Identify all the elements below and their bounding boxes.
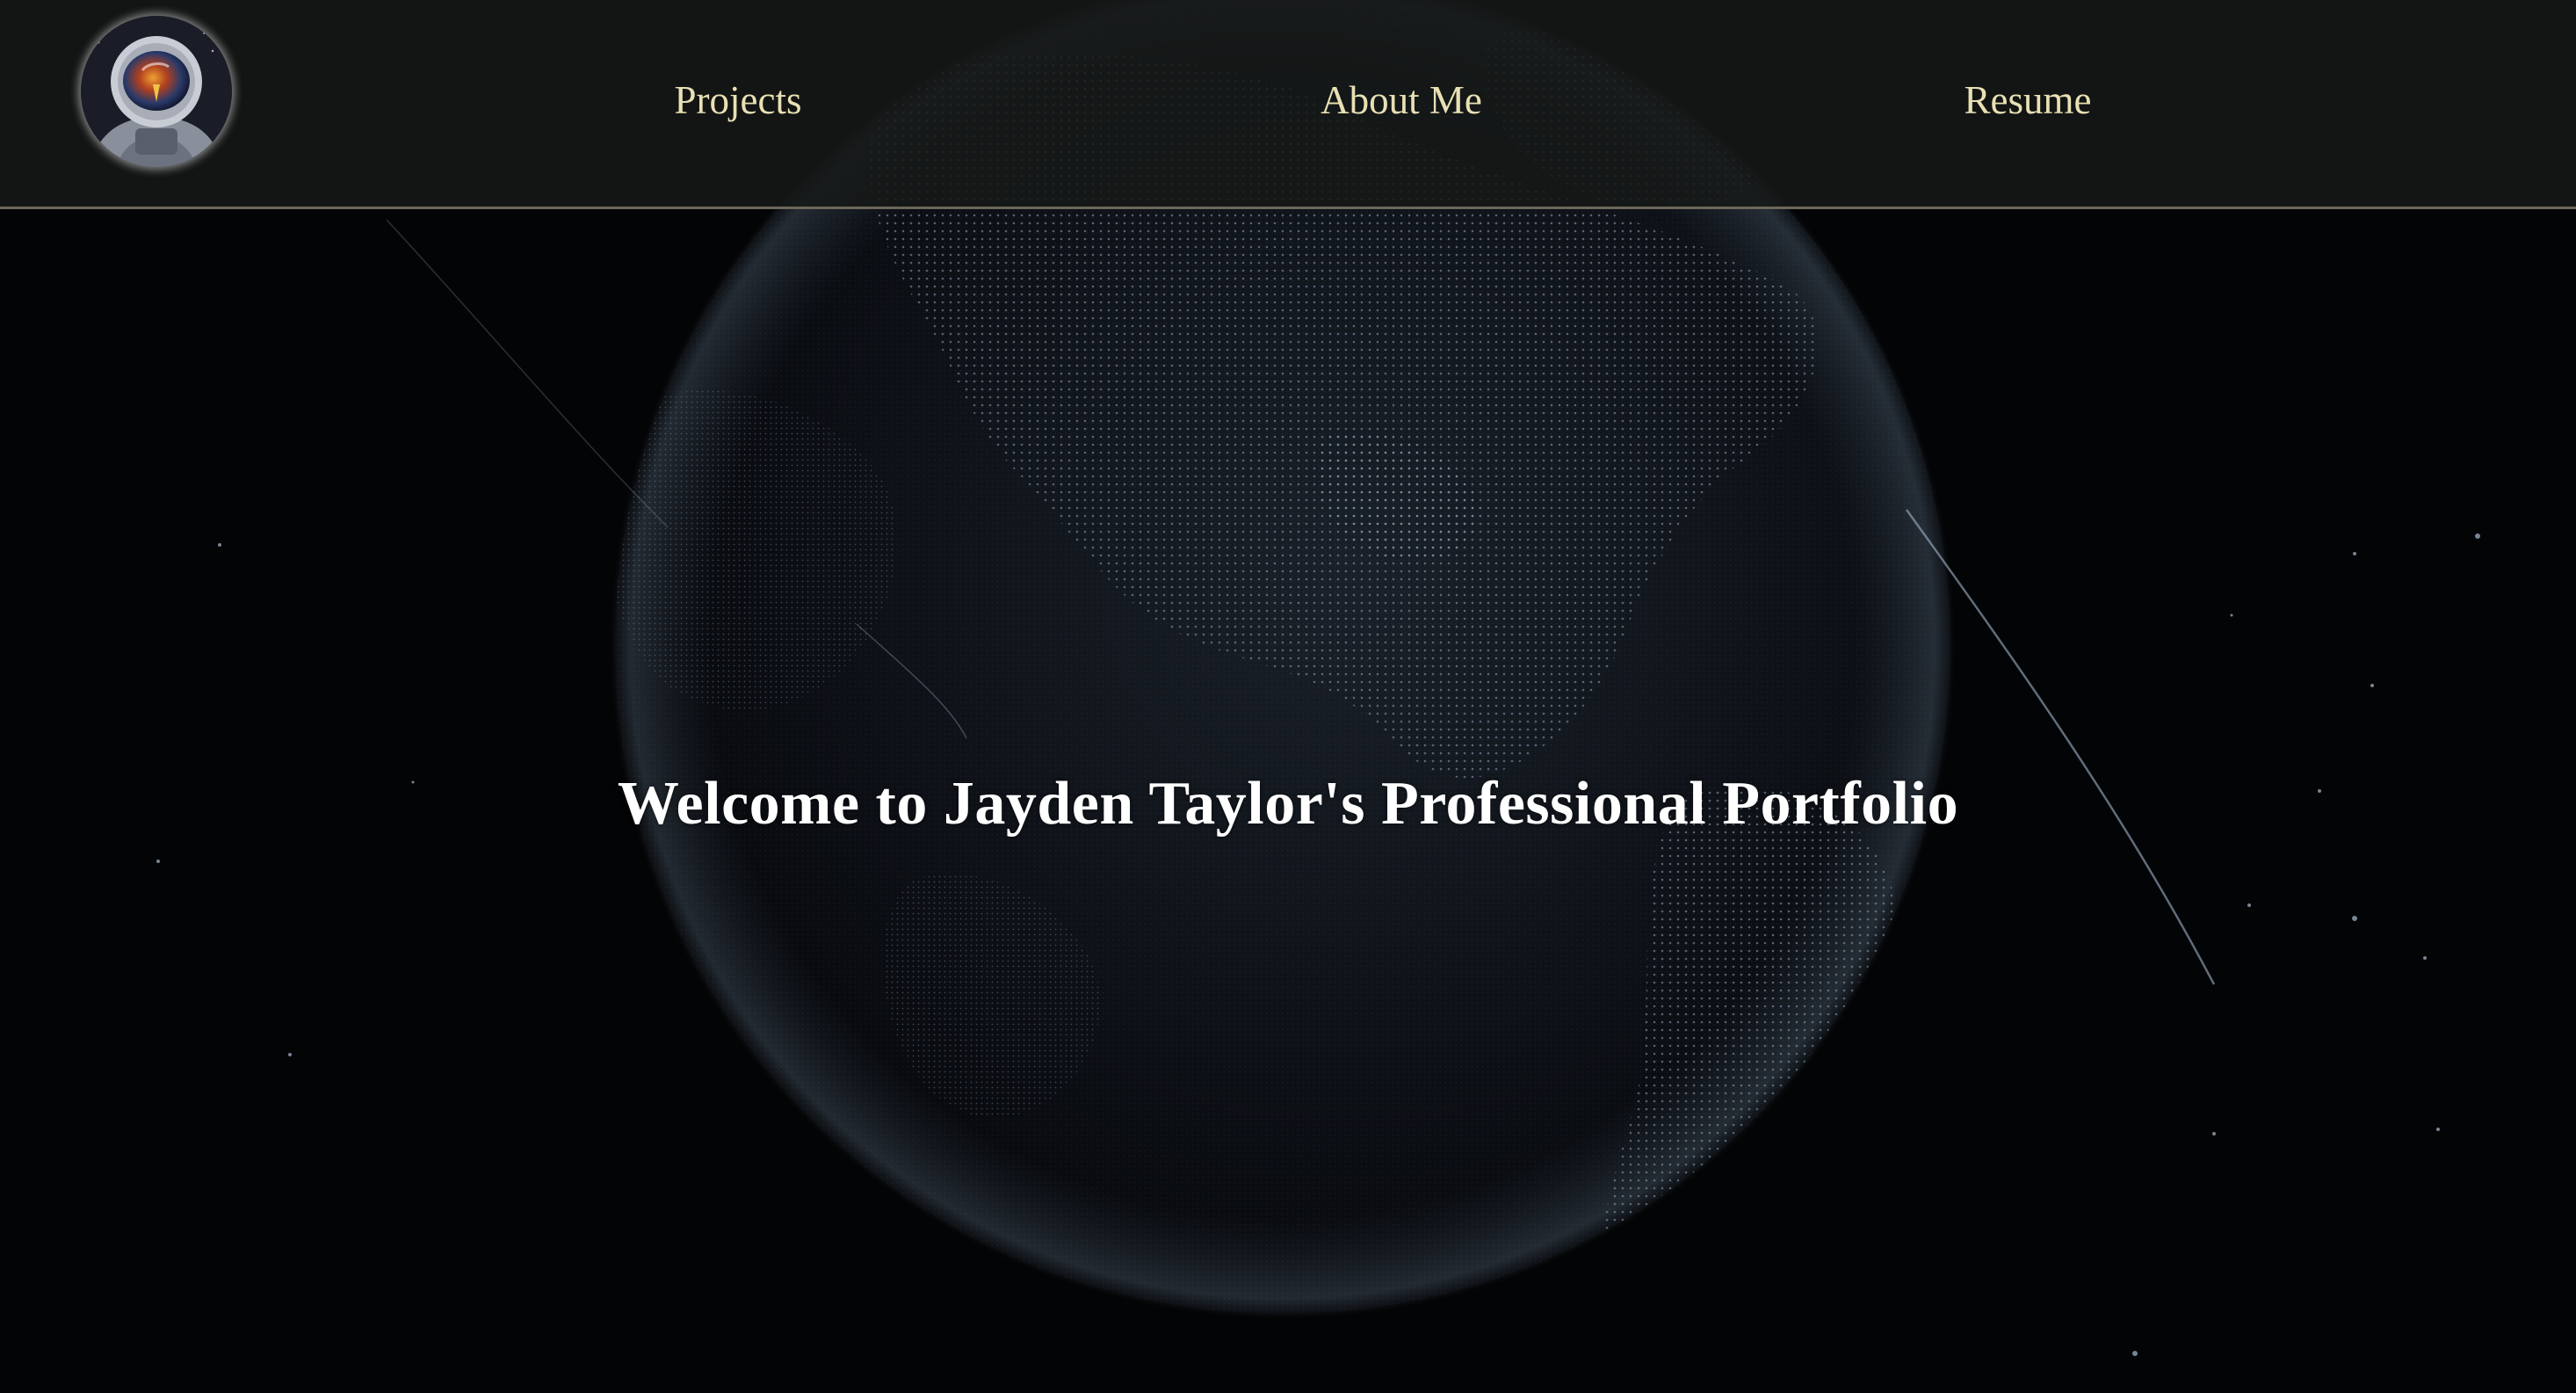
top-navbar: Projects About Me Resume xyxy=(0,0,2576,209)
nav-link-about-me[interactable]: About Me xyxy=(1321,69,1482,132)
nav-link-projects[interactable]: Projects xyxy=(675,69,802,132)
hero-title: Welcome to Jayden Taylor's Professional … xyxy=(617,769,1959,838)
astronaut-avatar[interactable] xyxy=(81,16,232,167)
portfolio-page: Projects About Me Resume Welcome to Jayd… xyxy=(0,0,2576,1393)
astronaut-icon xyxy=(81,16,232,167)
nav-link-resume[interactable]: Resume xyxy=(1965,69,2092,132)
